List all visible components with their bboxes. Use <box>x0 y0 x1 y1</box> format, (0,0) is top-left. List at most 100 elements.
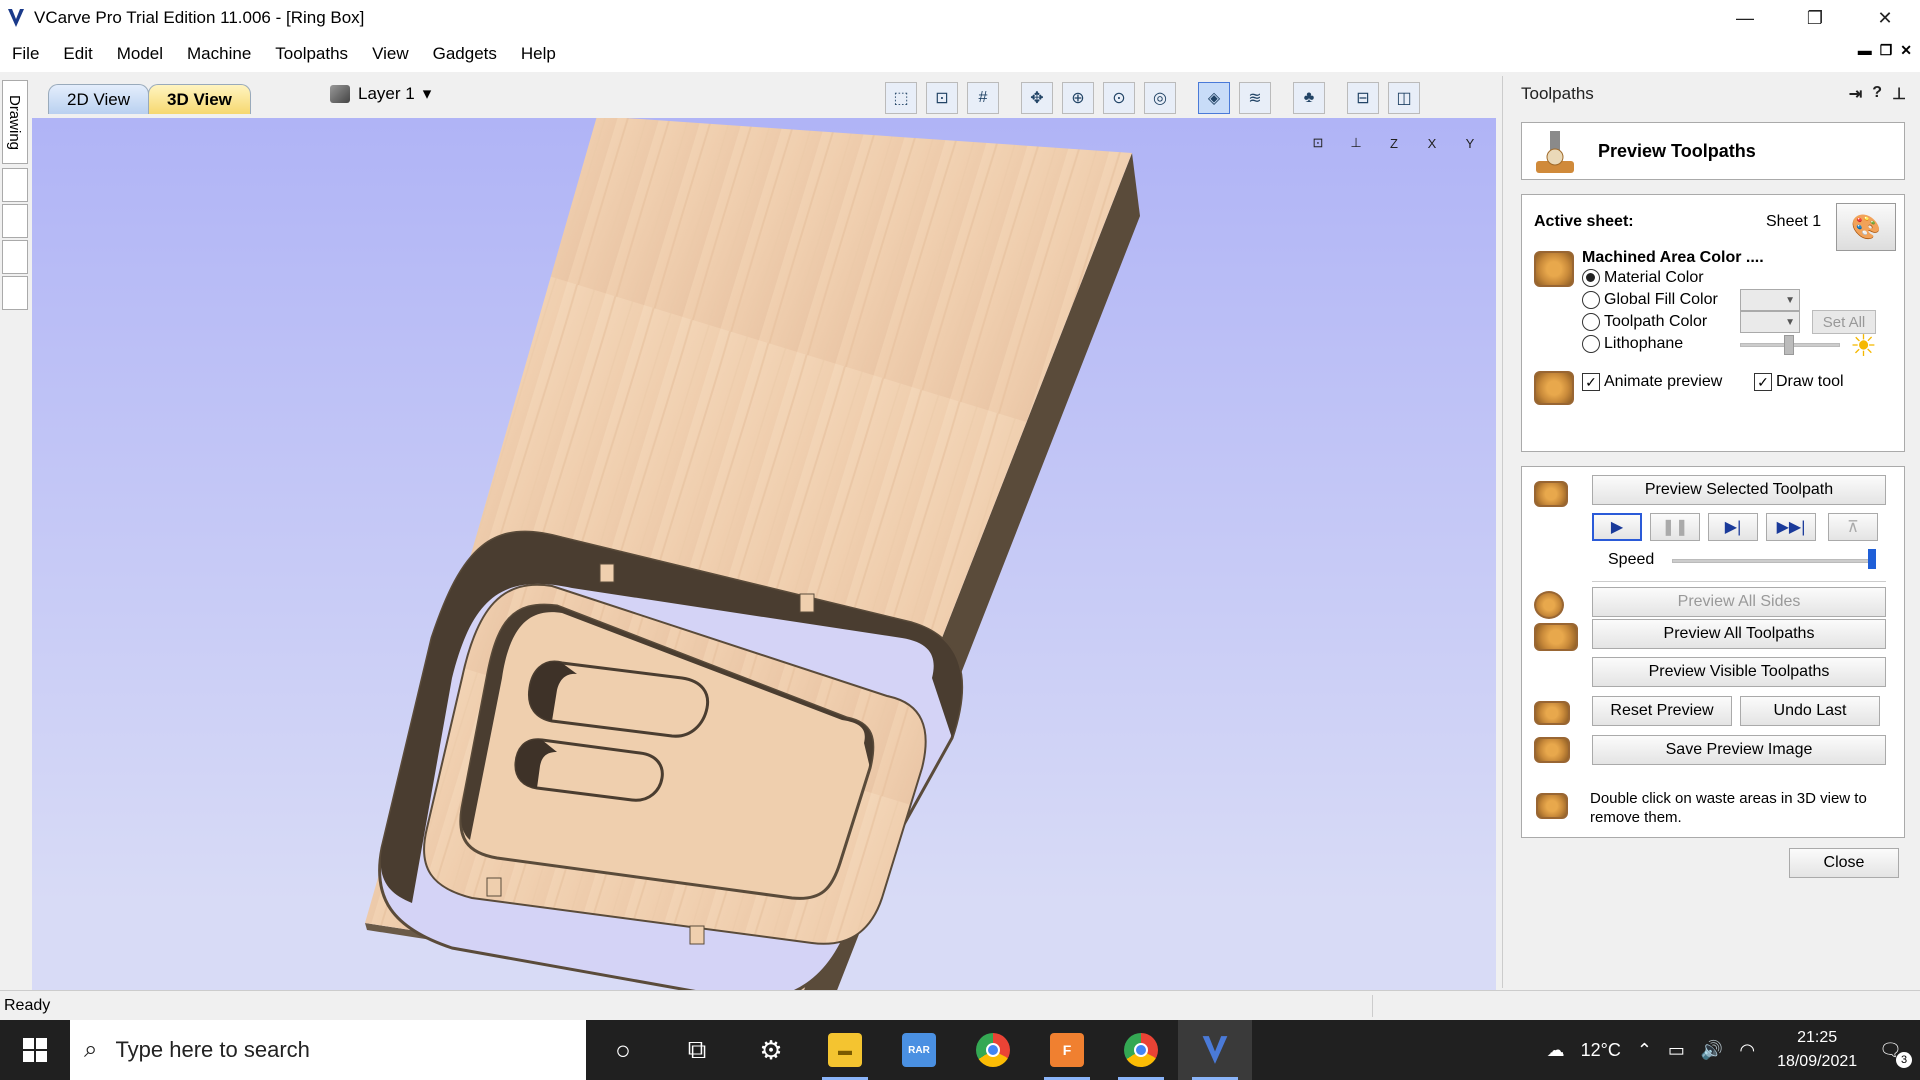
zoom-extents-icon[interactable]: ◎ <box>1144 82 1176 114</box>
preview-settings-box: Active sheet: Sheet 1 🎨 Machined Area Co… <box>1521 194 1905 452</box>
minimize-button[interactable]: — <box>1710 0 1780 36</box>
radio-lithophane-dot[interactable] <box>1582 335 1600 353</box>
menu-edit[interactable]: Edit <box>51 44 104 64</box>
radio-material-color[interactable]: Material Color <box>1582 269 1704 287</box>
menu-model[interactable]: Model <box>105 44 175 64</box>
toolpath-color-dropdown[interactable]: ▼ <box>1740 311 1800 333</box>
network-icon[interactable]: ◠ <box>1731 1040 1763 1061</box>
battery-icon[interactable]: ▭ <box>1660 1040 1693 1061</box>
split-vertical-icon[interactable]: ◫ <box>1388 82 1420 114</box>
preview-all-sides-button[interactable]: Preview All Sides <box>1592 587 1886 617</box>
strip-tab-4[interactable] <box>2 276 28 310</box>
file-explorer-icon[interactable]: ▬ <box>808 1020 882 1080</box>
task-view-icon[interactable]: ⧉ <box>660 1020 734 1080</box>
panel-dock-icon[interactable]: ⇥ <box>1849 84 1862 104</box>
zoom-box-icon[interactable]: ⊕ <box>1062 82 1094 114</box>
preview-visible-toolpaths-button[interactable]: Preview Visible Toolpaths <box>1592 657 1886 687</box>
menu-view[interactable]: View <box>360 44 421 64</box>
preview-selected-toolpath-button[interactable]: Preview Selected Toolpath <box>1592 475 1886 505</box>
menu-gadgets[interactable]: Gadgets <box>421 44 509 64</box>
tab-3 <box>486 877 502 897</box>
top-icon[interactable]: ⊼ <box>1828 513 1878 541</box>
restore-button[interactable]: ❐ <box>1780 0 1850 36</box>
play-icon[interactable]: ▶ <box>1592 513 1642 541</box>
radio-material-dot[interactable] <box>1582 269 1600 287</box>
global-fill-color-dropdown[interactable]: ▼ <box>1740 289 1800 311</box>
3d-viewport[interactable]: ⊡ ⊥ Z X Y <box>32 118 1496 990</box>
show-toolpath-icon[interactable]: ◈ <box>1198 82 1230 114</box>
radio-lithophane[interactable]: Lithophane <box>1582 335 1683 353</box>
taskbar-search[interactable]: ⌕ Type here to search <box>70 1020 586 1080</box>
animate-preview-checkbox[interactable]: ✓ Animate preview <box>1582 373 1722 391</box>
settings-gear-icon[interactable]: ⚙ <box>734 1020 808 1080</box>
menu-file[interactable]: File <box>0 44 51 64</box>
weather-icon[interactable]: ☁ <box>1539 1040 1573 1061</box>
menu-toolpaths[interactable]: Toolpaths <box>263 44 360 64</box>
notifications-icon[interactable]: 🗨 3 <box>1871 1040 1920 1068</box>
strip-tab-3[interactable] <box>2 240 28 274</box>
pause-icon[interactable]: ❚❚ <box>1650 513 1700 541</box>
speed-slider[interactable] <box>1672 559 1872 563</box>
z-view-icon[interactable]: Z <box>1378 128 1410 158</box>
save-image-icon <box>1534 737 1570 763</box>
grid-icon[interactable]: # <box>967 82 999 114</box>
pan-icon[interactable]: ✥ <box>1021 82 1053 114</box>
clock[interactable]: 21:25 18/09/2021 <box>1763 1026 1871 1074</box>
step-icon[interactable]: ▶| <box>1708 513 1758 541</box>
cursor-waste-icon <box>1536 793 1568 819</box>
mdi-close-button[interactable]: ✕ <box>1900 42 1912 59</box>
volume-icon[interactable]: 🔊 <box>1693 1040 1731 1061</box>
radio-toolpath-dot[interactable] <box>1582 313 1600 331</box>
vcarve-taskbar-icon[interactable] <box>1178 1020 1252 1080</box>
menu-help[interactable]: Help <box>509 44 568 64</box>
layer-dropdown[interactable]: Layer 1 ▾ <box>330 84 431 104</box>
mdi-minimize-button[interactable]: ▬ <box>1858 42 1872 59</box>
draw-tool-checkbox[interactable]: ✓ Draw tool <box>1754 373 1844 391</box>
toolpath-lines-icon[interactable]: ≋ <box>1239 82 1271 114</box>
help-icon[interactable]: ? <box>1872 84 1882 104</box>
menu-machine[interactable]: Machine <box>175 44 263 64</box>
y-view-icon[interactable]: Y <box>1454 128 1486 158</box>
save-preview-image-button[interactable]: Save Preview Image <box>1592 735 1886 765</box>
chrome-icon[interactable] <box>956 1020 1030 1080</box>
radio-global-fill-color[interactable]: Global Fill Color <box>1582 291 1718 309</box>
pin-icon[interactable]: ⊥ <box>1892 84 1906 104</box>
close-button[interactable]: Close <box>1789 848 1899 878</box>
radio-toolpath-color[interactable]: Toolpath Color <box>1582 313 1707 331</box>
drawing-view-icon[interactable]: ⊡ <box>926 82 958 114</box>
zoom-in-icon[interactable]: ⊙ <box>1103 82 1135 114</box>
tab-2d-view[interactable]: 2D View <box>48 84 149 114</box>
chevron-up-icon[interactable]: ⌃ <box>1629 1040 1660 1061</box>
select-view-icon[interactable]: ⬚ <box>885 82 917 114</box>
x-view-icon[interactable]: X <box>1416 128 1448 158</box>
iso-view-icon[interactable]: ⊥ <box>1340 128 1372 158</box>
preview-all-toolpaths-button[interactable]: Preview All Toolpaths <box>1592 619 1886 649</box>
preview-tool-icon <box>1536 131 1574 173</box>
tree-icon[interactable]: ♣ <box>1293 82 1325 114</box>
fusion-app-icon[interactable]: F <box>1030 1020 1104 1080</box>
draw-tool-check[interactable]: ✓ <box>1754 373 1772 391</box>
skip-end-icon[interactable]: ▶▶| <box>1766 513 1816 541</box>
weather-temp[interactable]: 12°C <box>1573 1040 1629 1061</box>
reset-preview-button[interactable]: Reset Preview <box>1592 696 1732 726</box>
mdi-restore-button[interactable]: ❐ <box>1880 42 1893 59</box>
chrome-profile-icon[interactable] <box>1104 1020 1178 1080</box>
close-window-button[interactable]: ✕ <box>1850 0 1920 36</box>
split-horizontal-icon[interactable]: ⊟ <box>1347 82 1379 114</box>
strip-tab-1[interactable] <box>2 168 28 202</box>
drawing-tab[interactable]: Drawing <box>2 80 28 164</box>
radio-global-dot[interactable] <box>1582 291 1600 309</box>
start-button[interactable] <box>0 1020 70 1080</box>
winrar-icon[interactable]: RAR <box>882 1020 956 1080</box>
palette-icon[interactable]: 🎨 <box>1836 203 1896 251</box>
strip-tab-2[interactable] <box>2 204 28 238</box>
panel-header: Toolpaths ⇥ ? ⊥ <box>1521 84 1906 104</box>
undo-last-button[interactable]: Undo Last <box>1740 696 1880 726</box>
tab-3d-view[interactable]: 3D View <box>148 84 251 114</box>
speed-slider-thumb[interactable] <box>1868 549 1876 569</box>
lithophane-slider-thumb[interactable] <box>1784 335 1794 355</box>
fit-view-icon[interactable]: ⊡ <box>1302 128 1334 158</box>
animate-preview-check[interactable]: ✓ <box>1582 373 1600 391</box>
cortana-icon[interactable]: ○ <box>586 1020 660 1080</box>
toolpaths-panel: Toolpaths ⇥ ? ⊥ Preview Toolpaths Active… <box>1502 76 1920 988</box>
